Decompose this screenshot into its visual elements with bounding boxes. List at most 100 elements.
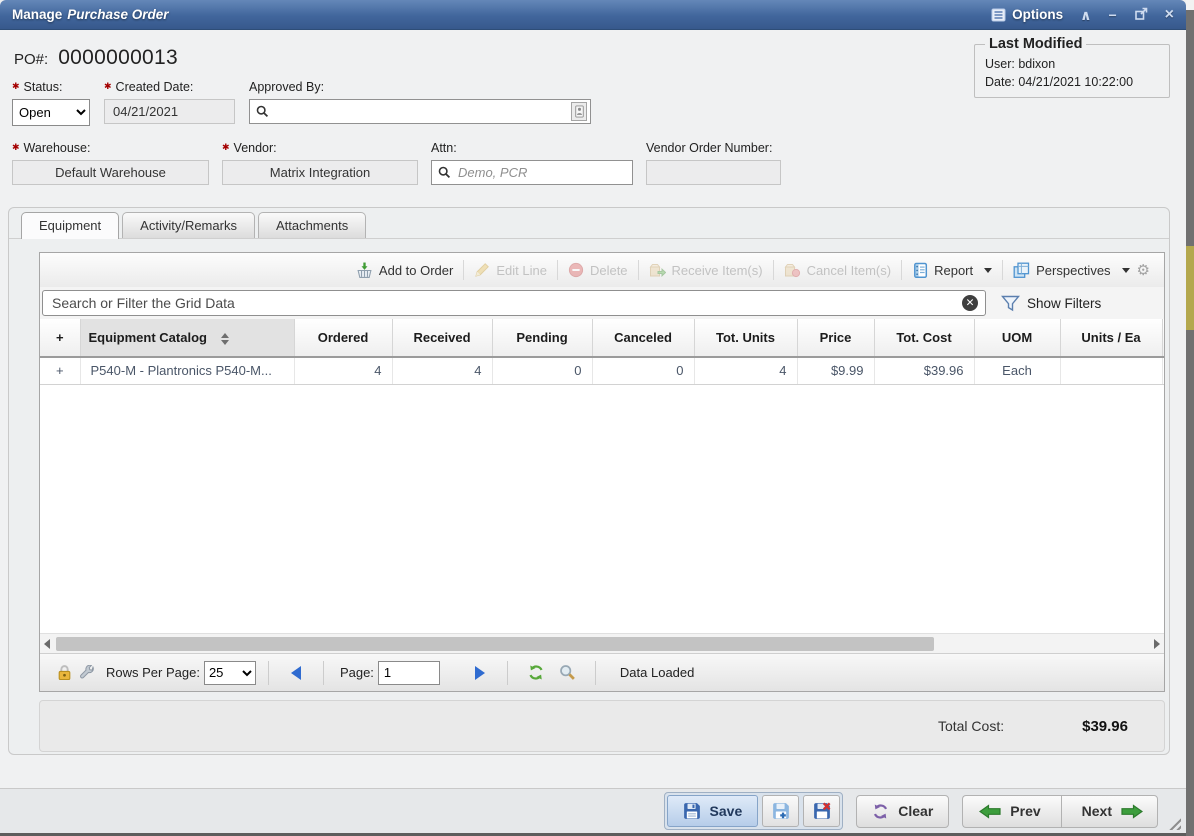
wrench-icon[interactable] [79, 665, 95, 681]
column-units-ea[interactable]: Units / Ea [1060, 319, 1162, 357]
collapse-icon[interactable]: ∧ [1080, 8, 1091, 22]
column-tot-units[interactable]: Tot. Units [694, 319, 797, 357]
rows-per-page-label: Rows Per Page: [106, 665, 200, 680]
minimize-icon[interactable]: − [1108, 8, 1116, 22]
prev-next-group: Prev Next [962, 795, 1158, 828]
delete-icon [568, 262, 584, 278]
add-to-order-button[interactable]: Add to Order [353, 262, 456, 279]
select-user-button[interactable] [571, 102, 587, 121]
vendor-field: ✱Vendor: [222, 141, 418, 185]
clear-search-icon[interactable]: ✕ [962, 295, 978, 311]
po-label: PO#: [14, 51, 48, 68]
arrow-left-icon [979, 804, 1001, 819]
column-equipment-catalog[interactable]: Equipment Catalog [80, 319, 294, 357]
receive-items-button[interactable]: Receive Item(s) [646, 262, 766, 278]
refresh-icon[interactable] [527, 664, 545, 681]
perspectives-button[interactable]: Perspectives [1010, 262, 1132, 279]
horizontal-scrollbar[interactable] [40, 633, 1164, 653]
save-and-new-button[interactable] [762, 795, 799, 827]
column-price[interactable]: Price [797, 319, 874, 357]
warehouse-field: ✱Warehouse: [12, 141, 209, 185]
column-tot-cost[interactable]: Tot. Cost [874, 319, 974, 357]
clear-icon [872, 803, 889, 820]
page-number-input[interactable] [378, 661, 440, 685]
status-select[interactable]: Open [12, 99, 90, 126]
add-to-order-label: Add to Order [379, 263, 453, 278]
table-row[interactable]: + P540-M - Plantronics P540-M... 4 4 0 0… [40, 357, 1164, 384]
clear-button[interactable]: Clear [856, 795, 949, 828]
chevron-down-icon [1122, 268, 1130, 273]
column-uom[interactable]: UOM [974, 319, 1060, 357]
vendor-order-number-input[interactable] [646, 160, 781, 185]
vendor-input[interactable] [222, 160, 418, 185]
edit-line-button[interactable]: Edit Line [471, 262, 550, 278]
warehouse-label: Warehouse: [24, 141, 91, 155]
save-and-new-icon [772, 802, 790, 820]
column-ordered[interactable]: Ordered [294, 319, 392, 357]
required-asterisk: ✱ [104, 81, 112, 92]
last-modified-legend: Last Modified [985, 36, 1086, 52]
search-icon [256, 105, 269, 118]
previous-page-icon[interactable] [291, 666, 301, 680]
cancel-items-button[interactable]: Cancel Item(s) [781, 262, 895, 278]
delete-button[interactable]: Delete [565, 262, 631, 278]
tab-attachments[interactable]: Attachments [258, 212, 366, 238]
grid-search-input[interactable] [50, 294, 962, 312]
page-label: Page: [340, 665, 374, 680]
save-icon [683, 802, 701, 820]
close-icon[interactable]: × [1165, 8, 1174, 22]
grid-search-row: ✕ Show Filters [40, 287, 1164, 319]
search-grid-icon[interactable] [559, 664, 576, 681]
grid-pager: Rows Per Page: 25 Page: [40, 653, 1164, 691]
scroll-left-icon[interactable] [44, 639, 50, 649]
last-modified-user: User: bdixon [985, 57, 1161, 71]
scroll-right-icon[interactable] [1154, 639, 1160, 649]
created-date-input[interactable] [104, 99, 235, 124]
approved-by-label: Approved By: [249, 80, 324, 94]
date-value: 04/21/2021 10:22:00 [1018, 75, 1133, 89]
manage-purchase-order-window: ManagePurchase Order Options ∧ − × PO#: … [0, 0, 1186, 836]
perspectives-label: Perspectives [1036, 263, 1110, 278]
total-cost-bar: Total Cost: $39.96 [39, 700, 1165, 752]
contact-icon [575, 105, 584, 118]
cell-canceled: 0 [592, 357, 694, 384]
popout-icon[interactable] [1134, 7, 1148, 23]
approved-by-field: Approved By: [249, 80, 591, 124]
vendor-order-number-field: Vendor Order Number: [646, 141, 781, 185]
lock-icon[interactable] [57, 664, 72, 681]
approved-by-input[interactable] [274, 103, 571, 120]
cell-units-ea [1060, 357, 1162, 384]
vendor-label: Vendor: [234, 141, 277, 155]
tab-equipment[interactable]: Equipment [21, 212, 119, 239]
save-button[interactable]: Save [667, 795, 759, 827]
sort-icon [221, 333, 229, 345]
options-button[interactable]: Options [991, 7, 1063, 22]
report-button[interactable]: Report [909, 262, 995, 279]
toolbar-separator [1002, 260, 1003, 280]
vendor-order-number-label: Vendor Order Number: [646, 141, 772, 155]
delete-label: Delete [590, 263, 628, 278]
pager-separator [268, 661, 269, 685]
rows-per-page-select[interactable]: 25 [204, 661, 256, 685]
tab-activity-remarks[interactable]: Activity/Remarks [122, 212, 255, 238]
report-icon [912, 262, 928, 279]
gear-icon[interactable]: ⚙ [1137, 261, 1150, 279]
next-page-icon[interactable] [475, 666, 485, 680]
row-expand-toggle[interactable]: + [40, 357, 80, 384]
save-and-close-button[interactable] [803, 795, 840, 827]
save-label: Save [710, 803, 743, 819]
column-canceled[interactable]: Canceled [592, 319, 694, 357]
prev-button[interactable]: Prev [962, 795, 1060, 828]
next-button[interactable]: Next [1061, 795, 1158, 828]
warehouse-input[interactable] [12, 160, 209, 185]
show-filters-button[interactable]: Show Filters [1001, 295, 1101, 312]
column-pending[interactable]: Pending [492, 319, 592, 357]
toolbar-separator [638, 260, 639, 280]
total-cost-value: $39.96 [1082, 718, 1128, 735]
scrollbar-thumb[interactable] [56, 637, 934, 651]
column-received[interactable]: Received [392, 319, 492, 357]
equipment-tab-panel: Add to Order Edit Line Delete [9, 239, 1169, 752]
page-scrollbar[interactable] [1186, 0, 1194, 836]
column-expand[interactable]: + [40, 319, 80, 357]
attn-input[interactable] [456, 164, 629, 181]
